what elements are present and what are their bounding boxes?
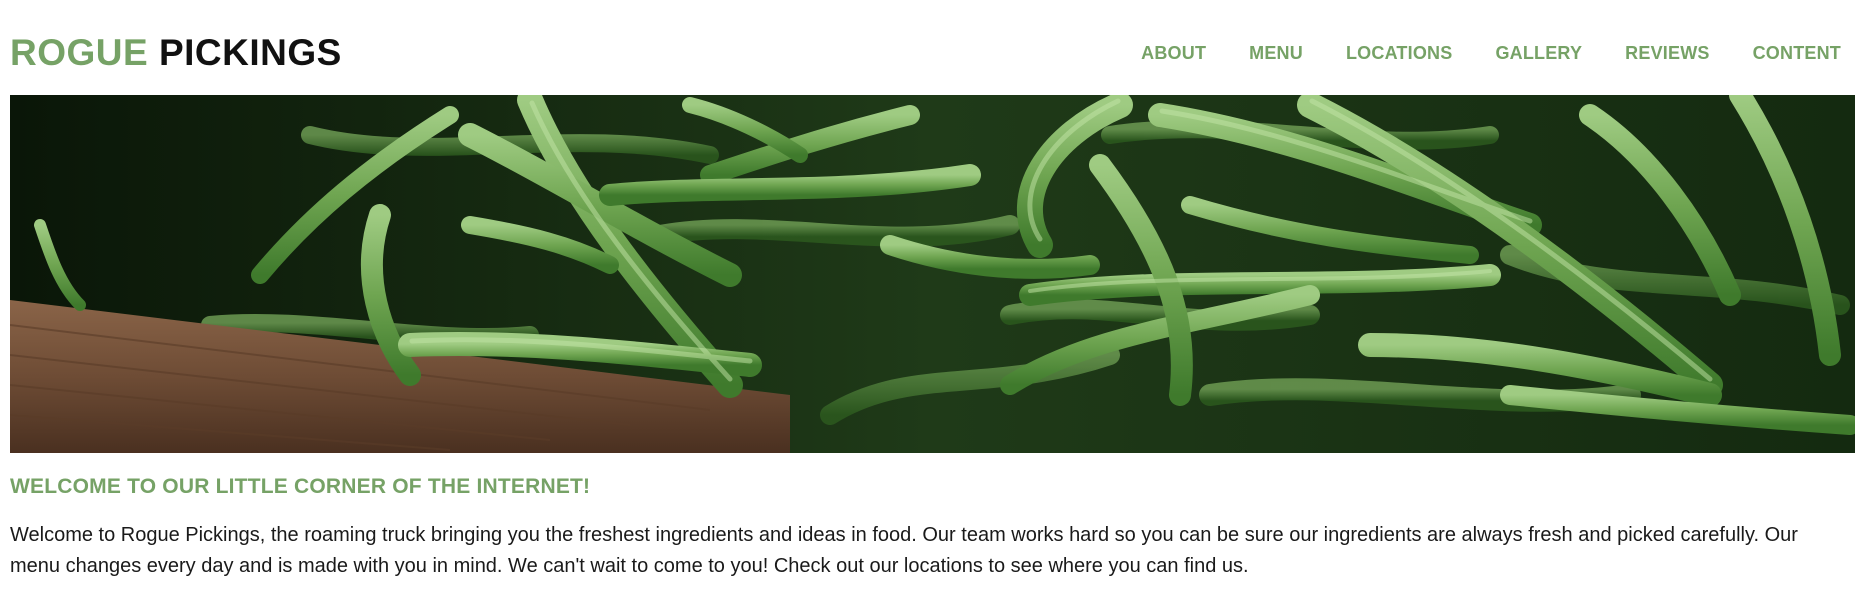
hero-image	[10, 95, 1855, 453]
main-nav: ABOUT MENU LOCATIONS GALLERY REVIEWS CON…	[1098, 39, 1841, 67]
nav-link-menu[interactable]: MENU	[1249, 39, 1303, 67]
logo-word-pickings: PICKINGS	[158, 32, 342, 73]
welcome-paragraph: Welcome to Rogue Pickings, the roaming t…	[10, 524, 1798, 577]
nav-link-content[interactable]: CONTENT	[1753, 39, 1841, 67]
nav-link-gallery[interactable]: GALLERY	[1495, 39, 1582, 67]
nav-link-reviews[interactable]: REVIEWS	[1625, 39, 1709, 67]
nav-link-locations[interactable]: LOCATIONS	[1346, 39, 1452, 67]
logo-word-rogue: ROGUE	[10, 32, 149, 73]
nav-link-about[interactable]: ABOUT	[1141, 39, 1206, 67]
site-header: ROGUE PICKINGS ABOUT MENU LOCATIONS GALL…	[10, 28, 1855, 78]
green-beans-photo-icon	[10, 95, 1855, 453]
site-logo[interactable]: ROGUE PICKINGS	[10, 30, 342, 76]
welcome-heading: WELCOME TO OUR LITTLE CORNER OF THE INTE…	[10, 475, 591, 498]
